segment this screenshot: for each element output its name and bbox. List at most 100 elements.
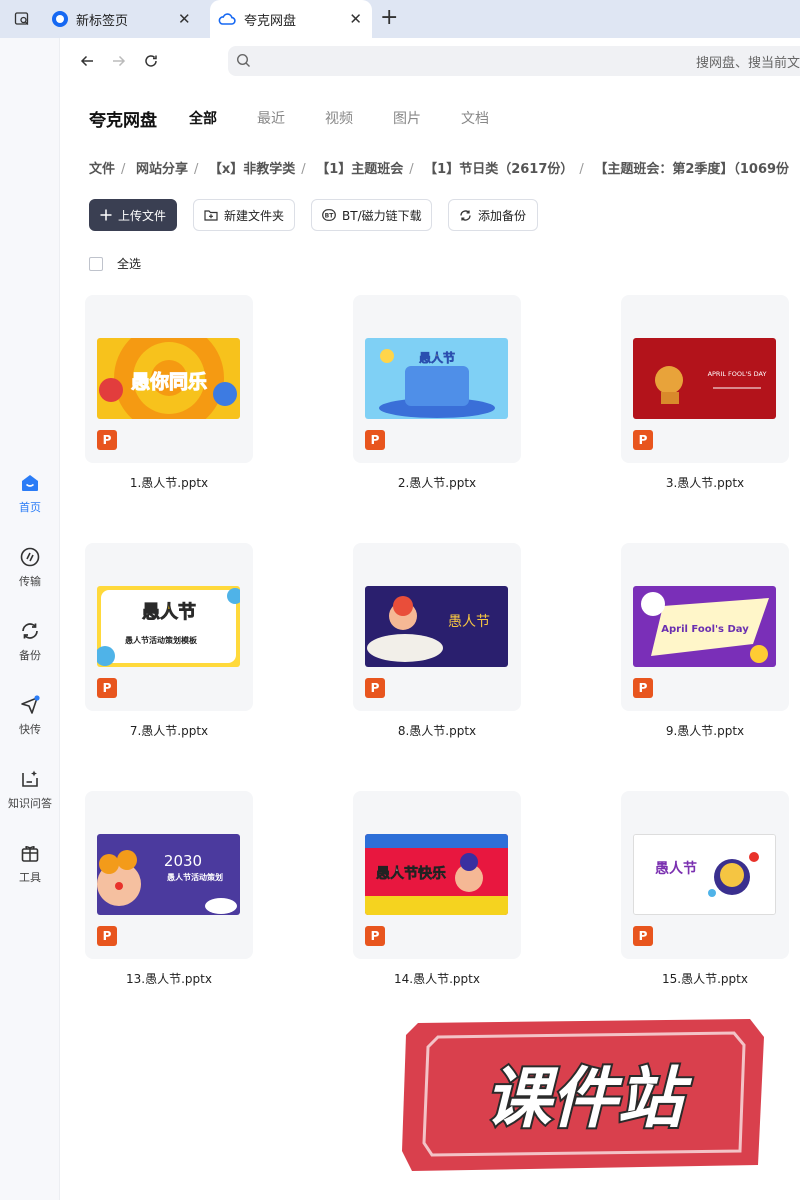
watermark-logo: 课件站 xyxy=(398,1015,770,1175)
sidebar-item-quick-transfer[interactable]: 快传 xyxy=(0,688,60,748)
pptx-file-icon: P xyxy=(633,430,653,450)
knowledge-qa-icon xyxy=(22,770,38,787)
file-thumbnail: APRIL FOOL'S DAY xyxy=(633,338,776,419)
file-name[interactable]: 1.愚人节.pptx xyxy=(85,474,253,491)
cloud-icon xyxy=(218,11,236,27)
upload-file-button[interactable]: 上传文件 xyxy=(89,199,177,231)
pptx-file-icon: P xyxy=(97,430,117,450)
sidebar-item-label: 快传 xyxy=(19,723,41,736)
thumbnail-title: 愚你同乐 xyxy=(131,370,207,393)
file-thumbnail: April Fool's Day xyxy=(633,586,776,667)
breadcrumb-item-current: 【主题班会：第2季度】（1069份 xyxy=(594,162,790,177)
file-thumbnail: 愚人节 xyxy=(365,338,508,419)
sidebar-item-tools[interactable]: 工具 xyxy=(0,836,60,896)
breadcrumb-separator: / xyxy=(301,162,306,177)
tab-images[interactable]: 图片 xyxy=(393,108,421,128)
file-name[interactable]: 8.愚人节.pptx xyxy=(353,722,521,739)
sidebar-item-knowledge-qa[interactable]: 知识问答 xyxy=(0,762,60,822)
file-card[interactable]: April Fool's Day P xyxy=(621,543,789,711)
thumbnail-title: 愚人节 xyxy=(448,614,490,630)
breadcrumb-item[interactable]: 网站分享 xyxy=(136,162,188,177)
file-thumbnail: 愚你同乐 xyxy=(97,338,240,419)
thumbnail-title: APRIL FOOL'S DAY xyxy=(708,370,767,378)
thumbnail-title: April Fool's Day xyxy=(661,624,749,635)
sidebar-item-label: 工具 xyxy=(19,871,41,884)
home-icon xyxy=(22,475,38,491)
file-name[interactable]: 7.愚人节.pptx xyxy=(85,722,253,739)
tab-label: 夸克网盘 xyxy=(244,13,297,29)
bt-magnet-download-button[interactable]: BT BT/磁力链下载 xyxy=(311,199,432,231)
breadcrumb-separator: / xyxy=(121,162,126,177)
new-tab-plus-icon[interactable]: + xyxy=(380,6,398,30)
file-name[interactable]: 2.愚人节.pptx xyxy=(353,474,521,491)
breadcrumb-item[interactable]: 【x】非教学类 xyxy=(209,162,295,177)
thumbnail-subtitle: 愚人节活动策划 xyxy=(167,872,223,882)
forward-arrow-icon[interactable] xyxy=(108,50,130,72)
upload-button-label: 上传文件 xyxy=(118,208,167,223)
pptx-file-icon: P xyxy=(633,926,653,946)
tab-quark-drive[interactable]: 夸克网盘 ✕ xyxy=(210,0,372,38)
close-icon[interactable]: ✕ xyxy=(349,11,362,27)
add-backup-button[interactable]: 添加备份 xyxy=(448,199,538,231)
file-thumbnail: 愚人节 xyxy=(365,586,508,667)
file-thumbnail: 2030 愚人节活动策划 xyxy=(97,834,240,915)
close-icon[interactable]: ✕ xyxy=(178,11,191,27)
file-name[interactable]: 15.愚人节.pptx xyxy=(621,970,789,987)
tab-video[interactable]: 视频 xyxy=(325,108,353,128)
file-thumbnail: 愚人节 愚人节活动策划模板 xyxy=(97,586,240,667)
file-card[interactable]: 2030 愚人节活动策划 P xyxy=(85,791,253,959)
file-name[interactable]: 9.愚人节.pptx xyxy=(621,722,789,739)
select-all-checkbox[interactable] xyxy=(89,256,103,271)
file-card[interactable]: 愚人节快乐 P xyxy=(353,791,521,959)
file-card[interactable]: APRIL FOOL'S DAY P xyxy=(621,295,789,463)
new-folder-button[interactable]: 新建文件夹 xyxy=(193,199,295,231)
tab-all[interactable]: 全部 xyxy=(189,108,217,128)
back-arrow-icon[interactable] xyxy=(76,50,98,72)
sidebar-item-home[interactable]: 首页 xyxy=(0,466,60,526)
search-icon xyxy=(236,53,251,72)
pptx-file-icon: P xyxy=(97,678,117,698)
svg-text:BT: BT xyxy=(325,213,335,220)
browser-tab-bar: 新标签页 夸克网盘 ✕ ✕ + xyxy=(0,0,800,38)
breadcrumb-item[interactable]: 文件 xyxy=(89,162,115,177)
navigation-bar: 搜网盘、搜当前文 xyxy=(60,38,800,84)
thumbnail-title: 愚人节快乐 xyxy=(376,865,446,882)
file-card[interactable]: 愚人节 P xyxy=(353,295,521,463)
sidebar-item-transfer[interactable]: 传输 xyxy=(0,540,60,600)
add-backup-button-label: 添加备份 xyxy=(478,208,527,223)
file-name[interactable]: 14.愚人节.pptx xyxy=(353,970,521,987)
brand-title: 夸克网盘 xyxy=(89,111,157,131)
sidebar-item-label: 备份 xyxy=(19,649,41,662)
tab-recent[interactable]: 最近 xyxy=(257,108,285,128)
file-card[interactable]: 愚人节 愚人节活动策划模板 P xyxy=(85,543,253,711)
file-name[interactable]: 13.愚人节.pptx xyxy=(85,970,253,987)
backup-sync-icon xyxy=(22,623,38,639)
search-placeholder: 搜网盘、搜当前文 xyxy=(695,56,800,71)
sidebar-item-label: 首页 xyxy=(19,501,41,514)
address-search-field[interactable]: 搜网盘、搜当前文 xyxy=(228,46,800,76)
breadcrumb-separator: / xyxy=(579,162,584,177)
thumbnail-subtitle: 愚人节活动策划模板 xyxy=(125,635,198,645)
breadcrumb-item[interactable]: 【1】主题班会 xyxy=(316,162,403,177)
thumbnail-title: 愚人节 xyxy=(142,602,196,623)
tab-documents[interactable]: 文档 xyxy=(461,108,489,128)
sidebar-item-backup[interactable]: 备份 xyxy=(0,614,60,674)
select-all: 全选 xyxy=(89,255,141,272)
breadcrumb-item[interactable]: 【1】节日类（2617份） xyxy=(424,162,573,177)
tab-search-icon[interactable] xyxy=(8,6,36,32)
file-card[interactable]: 愚你同乐 P xyxy=(85,295,253,463)
thumbnail-title: 2030 xyxy=(164,852,202,870)
new-folder-button-label: 新建文件夹 xyxy=(224,208,285,223)
sync-icon xyxy=(459,209,472,222)
file-card[interactable]: 愚人节 P xyxy=(353,543,521,711)
file-card[interactable]: 愚人节 P xyxy=(621,791,789,959)
breadcrumb-separator: / xyxy=(193,162,199,177)
pptx-file-icon: P xyxy=(97,926,117,946)
send-plane-icon xyxy=(21,695,40,714)
pptx-file-icon: P xyxy=(365,926,385,946)
app-sidebar: 首页 传输 备份 快传 知识问答 工具 xyxy=(0,38,60,1200)
pptx-file-icon: P xyxy=(633,678,653,698)
file-thumbnail: 愚人节 xyxy=(633,834,776,915)
file-name[interactable]: 3.愚人节.pptx xyxy=(621,474,789,491)
reload-icon[interactable] xyxy=(140,50,162,72)
